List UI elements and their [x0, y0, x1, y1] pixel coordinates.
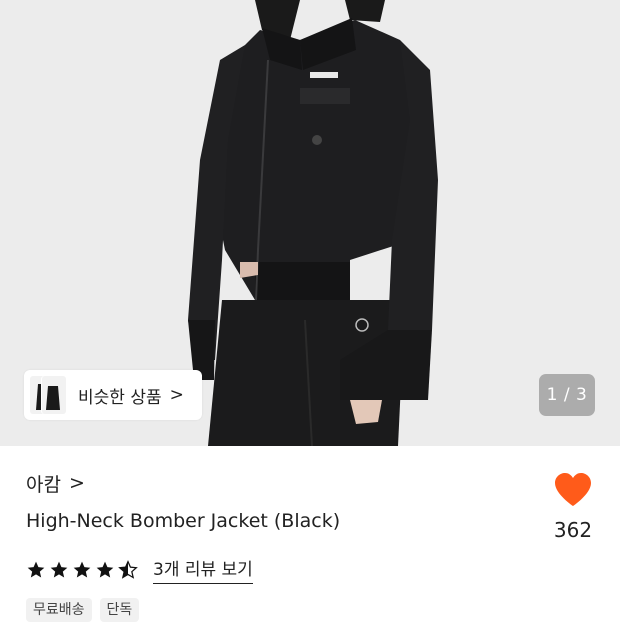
chevron-right-icon: >	[169, 385, 184, 405]
chevron-right-icon: >	[68, 472, 85, 494]
product-image-carousel[interactable]: 비슷한 상품 > 1 / 3	[0, 0, 620, 446]
half-star-icon	[118, 559, 138, 579]
brand-link[interactable]: 아캄 >	[26, 470, 85, 496]
star-icon	[50, 561, 68, 577]
like-count: 362	[553, 518, 593, 542]
star-rating	[26, 559, 141, 580]
similar-thumbnails	[24, 370, 72, 420]
product-info: 아캄 >	[26, 470, 546, 496]
star-icon	[96, 561, 114, 577]
star-icon	[73, 561, 91, 577]
image-pager-indicator: 1 / 3	[539, 374, 595, 416]
review-link[interactable]: 3개 리뷰 보기	[153, 555, 253, 584]
rating-row: 3개 리뷰 보기	[26, 555, 253, 584]
like-control: 362	[548, 472, 598, 542]
similar-products-button[interactable]: 비슷한 상품 >	[24, 370, 202, 420]
star-icon	[27, 561, 45, 577]
tag-exclusive: 단독	[99, 598, 140, 622]
similar-thumbnail-2	[42, 376, 66, 414]
product-tags: 무료배송 단독	[26, 598, 147, 622]
similar-products-label: 비슷한 상품	[78, 387, 162, 408]
heart-icon[interactable]	[553, 472, 593, 508]
tag-free-shipping: 무료배송	[26, 598, 92, 622]
brand-name: 아캄	[26, 473, 61, 496]
product-title: High-Neck Bomber Jacket (Black)	[26, 510, 341, 532]
